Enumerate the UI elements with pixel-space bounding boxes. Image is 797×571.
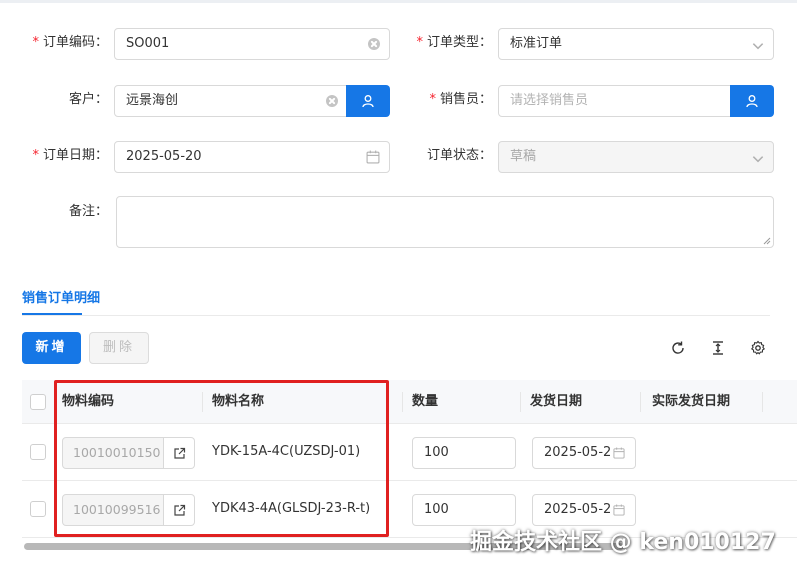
add-button[interactable]: 新增: [22, 332, 81, 364]
ship-date-value: 2025-05-20: [544, 445, 612, 460]
clear-icon[interactable]: [326, 95, 338, 107]
column-separator: [402, 392, 403, 412]
top-border: [0, 0, 797, 3]
order-status-label: 订单状态：: [426, 148, 492, 163]
ship-date-picker[interactable]: 2025-05-20: [532, 494, 636, 526]
salesperson-placeholder: 请选择销售员: [510, 93, 589, 108]
quantity-input[interactable]: 100: [412, 494, 516, 526]
column-actual-ship-date: 实际发货日期: [652, 394, 731, 409]
column-separator: [762, 392, 763, 412]
column-ship-date: 发货日期: [530, 394, 583, 409]
clear-icon[interactable]: [368, 38, 380, 50]
calendar-icon: [366, 150, 380, 164]
column-separator: [520, 392, 521, 412]
order-date-label: * 订单日期：: [32, 148, 108, 163]
tab-sales-order-detail[interactable]: 销售订单明细: [22, 287, 100, 306]
calendar-icon: [613, 447, 625, 459]
delete-button: 删除: [89, 332, 149, 364]
customer-select-button[interactable]: [346, 85, 390, 117]
user-icon: [746, 95, 758, 108]
row-checkbox[interactable]: [30, 444, 46, 460]
select-all-checkbox[interactable]: [30, 394, 46, 410]
calendar-icon: [613, 504, 625, 516]
watermark: 掘金技术社区 @ ken010127: [470, 530, 776, 555]
order-status-select: 草稿: [498, 141, 774, 173]
order-type-select[interactable]: 标准订单: [498, 28, 774, 60]
column-separator: [640, 392, 641, 412]
order-type-label: * 订单类型：: [416, 35, 492, 50]
column-quantity: 数量: [412, 394, 439, 409]
salesperson-input[interactable]: 请选择销售员: [498, 85, 732, 117]
highlight-box: [54, 380, 389, 537]
order-date-picker[interactable]: 2025-05-20: [114, 141, 390, 173]
refresh-icon[interactable]: [670, 340, 686, 356]
order-code-input[interactable]: SO001: [114, 28, 390, 60]
chevron-down-icon: [752, 156, 764, 163]
settings-icon[interactable]: [750, 340, 766, 356]
order-type-value: 标准订单: [510, 36, 563, 51]
salesperson-label: * 销售员：: [429, 92, 492, 107]
order-status-value: 草稿: [510, 149, 537, 164]
remark-textarea[interactable]: [116, 196, 774, 248]
chevron-down-icon: [752, 43, 764, 50]
ship-date-value: 2025-05-20: [544, 502, 612, 517]
customer-input[interactable]: 远景海创: [114, 85, 348, 117]
customer-value: 远景海创: [126, 93, 179, 108]
order-date-value: 2025-05-20: [126, 149, 202, 164]
quantity-input[interactable]: 100: [412, 437, 516, 469]
tab-divider: [22, 315, 770, 316]
salesperson-select-button[interactable]: [730, 85, 774, 117]
ship-date-picker[interactable]: 2025-05-20: [532, 437, 636, 469]
tab-active-indicator: [22, 313, 82, 315]
order-code-value: SO001: [126, 36, 170, 51]
row-checkbox[interactable]: [30, 501, 46, 517]
remark-label: 备注：: [68, 204, 108, 219]
user-icon: [362, 95, 374, 108]
column-height-icon[interactable]: [710, 340, 726, 356]
resize-handle-icon[interactable]: [763, 237, 771, 245]
order-code-label: * 订单编码：: [32, 35, 108, 50]
customer-label: 客户：: [68, 92, 108, 107]
